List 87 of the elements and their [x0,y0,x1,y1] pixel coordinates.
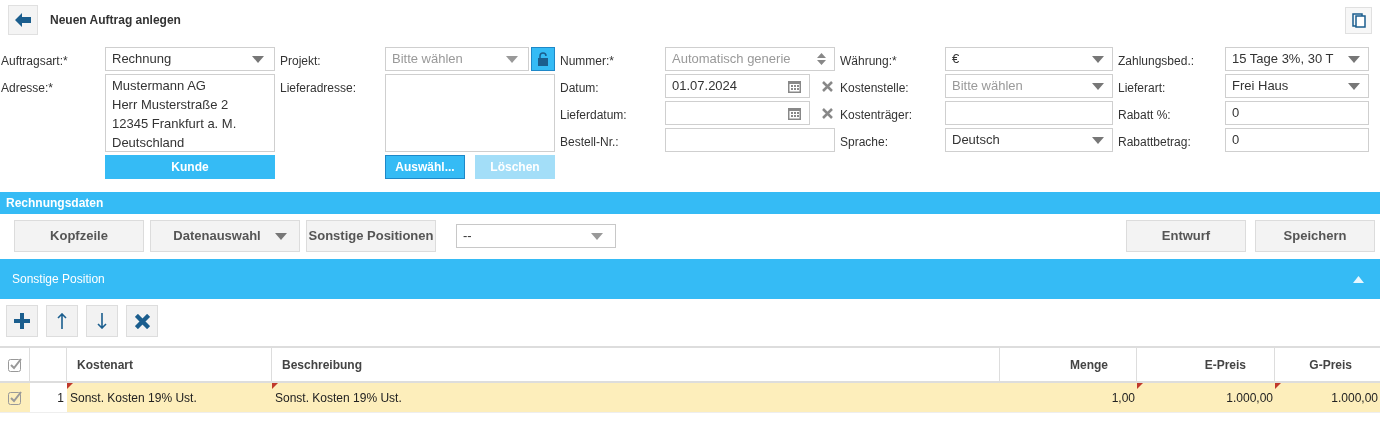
field-label: Rabatt %: [1117,107,1172,124]
clear-icon[interactable] [822,107,833,119]
add-button[interactable] [6,305,38,337]
modified-marker [67,383,73,389]
field-label: Rabattbetrag: [1117,134,1192,151]
field-label: Auftragsart:* [0,53,69,70]
table-cell-text: 1.000,00 [1226,389,1273,407]
date-field[interactable]: 01.07.2024 [665,74,810,98]
close-icon[interactable] [134,313,150,329]
field-label: Nummer:* [559,53,615,70]
field-label: Zahlungsbed.: [1117,53,1196,70]
column-header[interactable]: E-Preis [1204,355,1246,374]
caret-icon [1348,55,1360,63]
select-field[interactable]: Frei Haus [1225,74,1369,98]
calendar-icon[interactable] [788,106,801,120]
column-header[interactable]: G-Preis [1309,355,1352,374]
caret-icon [1092,82,1104,90]
save-button[interactable]: Speichern [1255,220,1375,252]
field-label: Projekt: [279,53,322,70]
table-cell-text: 1,00 [1111,389,1135,407]
field-label: Adresse:* [0,80,55,97]
field-label: Währung:* [839,53,898,70]
field-label: Datum: [559,80,600,97]
field-label: Sprache: [839,134,890,151]
toolbar-button[interactable]: Kopfzeile [14,220,144,252]
table-cell-text: Sonst. Kosten 19% Ust. [70,389,197,407]
field-label: Kostenträger: [839,107,914,124]
lock-icon [538,52,548,66]
arrow-down-icon [97,313,107,329]
clear-icon[interactable] [822,80,833,92]
modified-marker [1137,383,1143,389]
table-cell-text: 1.000,00 [1331,389,1378,407]
move-down-button[interactable] [86,305,118,337]
arrow-up-icon [57,313,67,329]
row-number: 1 [57,389,64,407]
collapse-icon[interactable] [1353,275,1364,283]
address-box[interactable]: Mustermann AG Herr Musterstraße 2 12345 Frankfurt a. M. Deutschland [105,74,275,152]
caret-icon [1092,136,1104,144]
delete-row-button[interactable] [126,305,158,337]
section-title: Sonstige Position [12,271,106,288]
arrow-left-icon [15,13,31,27]
caret-icon [252,55,264,63]
modified-marker [1275,383,1281,389]
text-field[interactable]: 0 [1225,101,1369,125]
date-field[interactable] [665,101,810,125]
plus-icon [14,313,30,329]
select-field[interactable]: Rechnung [105,47,275,71]
column-header[interactable]: Menge [1070,355,1108,374]
move-up-button[interactable] [46,305,78,337]
address-line: Mustermann AG [112,77,207,95]
field-label: Kostenstelle: [839,80,910,97]
toolbar-button[interactable]: Sonstige Positionen [306,220,436,252]
caret-icon [1348,82,1360,90]
caret-icon [591,232,603,240]
address-line: 12345 Frankfurt a. M. [112,115,238,133]
field-label: Lieferadresse: [279,80,358,97]
field-label: Bestell-Nr.: [559,134,620,151]
text-field[interactable]: 0 [1225,128,1369,152]
spinner-icon[interactable] [817,52,826,66]
caret-icon [1092,55,1104,63]
select-all-checkbox[interactable] [7,357,22,372]
field-label: Lieferart: [1117,80,1167,97]
clipboard-icon [1351,12,1366,28]
page-title: Neuen Auftrag anlegen [50,12,182,29]
table-cell-text: Sonst. Kosten 19% Ust. [275,389,402,407]
modified-marker [272,383,278,389]
dropdown-button[interactable]: Datenauswahl [150,220,300,252]
lock-button[interactable] [531,47,555,71]
address-line: Herr Musterstraße 2 [112,96,230,114]
row-checkbox[interactable] [8,390,22,405]
caret-icon [274,232,287,240]
select-field[interactable]: € [945,47,1113,71]
caret-icon [506,55,518,63]
copy-button[interactable] [1345,6,1372,34]
field-label: Lieferdatum: [559,107,628,124]
select-field[interactable]: Deutsch [945,128,1113,152]
section-title: Rechnungsdaten [6,195,104,212]
column-header[interactable]: Kostenart [77,355,133,374]
column-header[interactable]: Beschreibung [282,355,362,374]
text-field[interactable] [665,128,835,152]
calendar-icon[interactable] [788,79,801,93]
select-field[interactable]: 15 Tage 3%, 30 T [1225,47,1369,71]
address-line: Deutschland [112,134,186,152]
back-button[interactable] [8,5,38,35]
select-field[interactable]: -- [456,224,616,248]
draft-button[interactable]: Entwurf [1126,220,1246,252]
text-field[interactable] [945,101,1113,125]
